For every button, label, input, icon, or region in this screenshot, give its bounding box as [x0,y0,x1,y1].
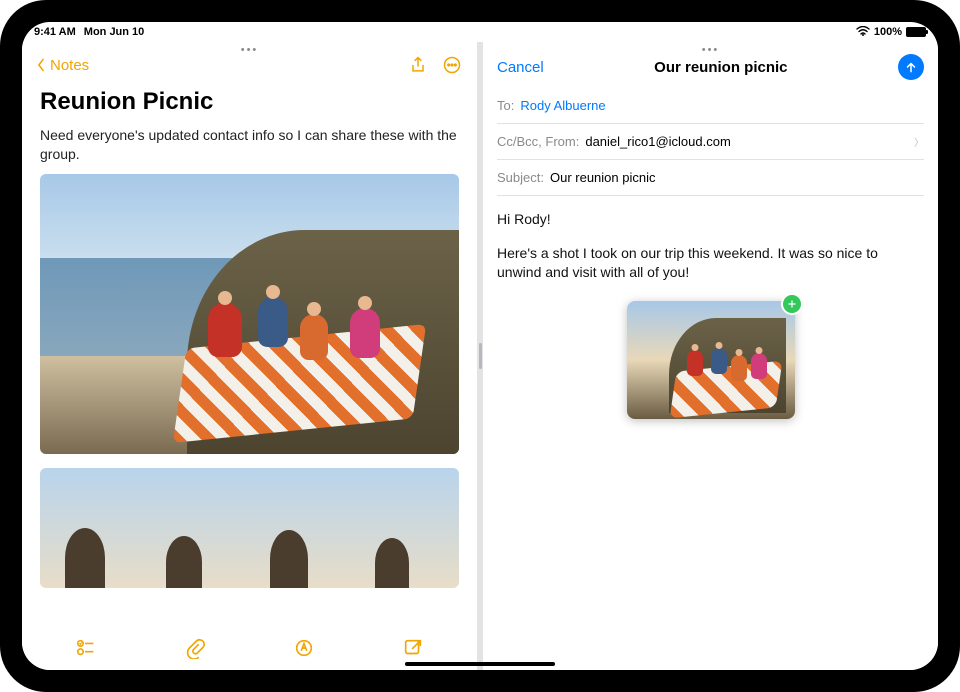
status-time: 9:41 AM [34,26,76,38]
dragged-attachment[interactable] [627,301,795,419]
mail-compose-pane: ••• Cancel Our reunion picnic To: Rody A… [483,42,938,670]
subject-field[interactable]: Subject: Our reunion picnic [497,160,924,196]
checklist-icon [75,637,97,659]
mail-body[interactable]: Hi Rody! Here's a shot I took on our tri… [483,196,938,433]
share-button[interactable] [405,52,431,78]
send-button[interactable] [898,54,924,80]
screen: 9:41 AM Mon Jun 10 100% ••• Notes [22,22,938,670]
note-photo-2[interactable] [40,468,459,588]
arrow-up-icon [904,60,918,74]
to-value[interactable]: Rody Albuerne [520,98,605,113]
mail-greeting: Hi Rody! [497,210,924,230]
status-date: Mon Jun 10 [84,26,145,38]
mail-fields: To: Rody Albuerne Cc/Bcc, From: daniel_r… [483,88,938,196]
add-badge [781,293,803,315]
wifi-icon [856,25,870,39]
more-icon [442,55,462,75]
battery-icon [906,27,926,37]
note-title[interactable]: Reunion Picnic [40,88,459,116]
compose-button[interactable] [400,635,426,661]
mail-body-text: Here's a shot I took on our trip this we… [497,244,924,283]
ipad-frame: 9:41 AM Mon Jun 10 100% ••• Notes [0,0,960,692]
markup-icon [293,637,315,659]
attachment-icon [184,637,206,659]
attachment-button[interactable] [182,635,208,661]
divider-handle-icon [479,343,482,369]
notes-body: Reunion Picnic Need everyone's updated c… [22,82,477,626]
multitask-control-left[interactable]: ••• [241,44,259,56]
status-bar: 9:41 AM Mon Jun 10 100% [22,22,938,42]
back-button[interactable]: Notes [34,57,89,74]
split-view: ••• Notes Reunion Picnic [22,42,938,670]
note-text[interactable]: Need everyone's updated contact info so … [40,126,459,164]
cancel-button[interactable]: Cancel [497,59,544,76]
multitask-control-right[interactable]: ••• [702,44,720,56]
checklist-button[interactable] [73,635,99,661]
share-icon [408,55,428,75]
note-photo-1[interactable] [40,174,459,454]
back-label: Notes [50,57,89,74]
more-button[interactable] [439,52,465,78]
to-label: To: [497,98,514,113]
ccbcc-label: Cc/Bcc, From: [497,134,579,149]
chevron-right-icon: 〉 [914,134,924,149]
compose-icon [402,637,424,659]
mail-title: Our reunion picnic [544,59,898,76]
subject-value[interactable]: Our reunion picnic [550,170,656,185]
ccbcc-from-field[interactable]: Cc/Bcc, From: daniel_rico1@icloud.com 〉 [497,124,924,160]
from-value: daniel_rico1@icloud.com [585,134,730,149]
home-indicator[interactable] [405,662,555,666]
plus-icon [786,298,798,310]
subject-label: Subject: [497,170,544,185]
notes-app-pane: ••• Notes Reunion Picnic [22,42,477,670]
to-field[interactable]: To: Rody Albuerne [497,88,924,124]
chevron-left-icon [34,58,48,72]
battery-percent: 100% [874,26,902,38]
markup-button[interactable] [291,635,317,661]
